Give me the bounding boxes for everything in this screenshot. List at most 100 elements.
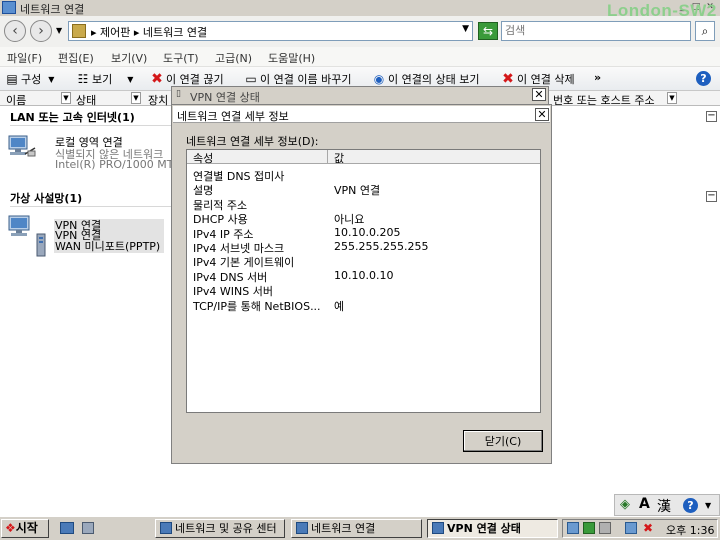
- ime-icon[interactable]: ◈: [620, 497, 630, 512]
- vpn-connection-device: WAN 미니포트(PPTP): [55, 240, 161, 253]
- detail-value: 예: [334, 300, 345, 313]
- status-icon: ◉: [373, 72, 385, 86]
- view-label: 보기: [92, 73, 113, 86]
- task-network-connections[interactable]: 네트워크 연결: [291, 519, 422, 538]
- detail-value: 아니요: [334, 213, 365, 226]
- column-name[interactable]: 이름: [6, 92, 26, 108]
- dialog-app-icon: ▯: [176, 89, 181, 99]
- search-icon: ⌕: [701, 24, 709, 38]
- group-title-vpn[interactable]: 가상 사설망(1): [10, 190, 82, 206]
- start-button[interactable]: ❖시작: [1, 519, 49, 538]
- input-mode-toggle[interactable]: A: [639, 496, 650, 512]
- more-commands-button[interactable]: »: [594, 71, 601, 84]
- chevron-down-icon: ▼: [48, 74, 55, 84]
- column-status[interactable]: 상태: [76, 92, 96, 108]
- vpn-status-title: VPN 연결 상태: [190, 91, 260, 104]
- vpn-connection-icon: [8, 215, 46, 257]
- column-property[interactable]: 속성: [193, 150, 213, 166]
- chevron-down-icon[interactable]: ▼: [705, 501, 711, 510]
- address-box[interactable]: ▸ 제어판 ▸ 네트워크 연결 ▼: [68, 21, 473, 41]
- chevron-down-icon[interactable]: ▼: [61, 92, 71, 104]
- help-icon[interactable]: ?: [696, 71, 711, 86]
- detail-property: IPv4 WINS 서버: [193, 285, 273, 298]
- tray-network-icon[interactable]: [625, 522, 637, 534]
- start-label: 시작: [15, 521, 38, 535]
- red-x-icon: ✖: [151, 71, 163, 87]
- help-icon[interactable]: ?: [683, 498, 698, 513]
- delete-connection-button[interactable]: ✖ 이 연결 삭제: [502, 71, 574, 87]
- collapse-icon[interactable]: −: [706, 111, 717, 122]
- forward-button[interactable]: ›: [30, 20, 52, 42]
- chevron-down-icon[interactable]: ▼: [131, 92, 141, 104]
- menu-file[interactable]: 파일(F): [7, 50, 42, 66]
- connection-details-dialog: 네트워크 연결 세부 정보 ✕ 네트워크 연결 세부 정보(D): 속성 값 연…: [171, 104, 552, 464]
- menu-view[interactable]: 보기(V): [111, 50, 147, 66]
- network-folder-icon: [296, 522, 308, 534]
- tray-security-icon[interactable]: [583, 522, 595, 534]
- tray-app-icon[interactable]: [567, 522, 579, 534]
- search-box: [501, 21, 691, 41]
- organize-label: 구성: [21, 73, 42, 86]
- rename-connection-button[interactable]: ▭ 이 연결 이름 바꾸기: [245, 71, 351, 87]
- details-list[interactable]: 속성 값 연결별 DNS 접미사 설명 VPN 연결 물리적 주소 DHCP 사…: [186, 149, 541, 413]
- forward-arrow-icon: ›: [38, 23, 44, 39]
- menu-tools[interactable]: 도구(T): [163, 50, 199, 66]
- system-tray: ✖ 오후 1:36: [562, 519, 718, 538]
- back-arrow-icon: ‹: [12, 23, 18, 39]
- organize-icon: ▤: [6, 72, 18, 86]
- control-panel-icon: [72, 24, 86, 38]
- chevron-down-icon[interactable]: ▼: [667, 92, 677, 104]
- details-title-bar: 네트워크 연결 세부 정보: [173, 106, 550, 123]
- window-title: 네트워크 연결: [20, 3, 85, 16]
- refresh-button[interactable]: ⇆: [478, 22, 498, 40]
- vpn-status-close-icon[interactable]: ✕: [532, 88, 546, 101]
- column-value[interactable]: 값: [334, 150, 344, 166]
- column-divider[interactable]: [327, 150, 328, 164]
- column-device[interactable]: 장치: [148, 92, 168, 108]
- tray-volume-muted-icon[interactable]: ✖: [643, 521, 653, 535]
- detail-value: 10.10.0.10: [334, 269, 394, 282]
- details-close-icon[interactable]: ✕: [535, 108, 549, 121]
- column-phone-host[interactable]: 번호 또는 호스트 주소: [553, 92, 655, 108]
- history-dropdown-icon[interactable]: ▼: [56, 26, 62, 35]
- address-dropdown-icon[interactable]: ▼: [462, 24, 469, 34]
- hanja-toggle[interactable]: 漢: [657, 496, 671, 516]
- network-adapter-icon: [8, 135, 36, 157]
- search-button[interactable]: ⌕: [695, 21, 715, 41]
- detail-value: VPN 연결: [334, 184, 381, 197]
- menu-bar: 파일(F) 편집(E) 보기(V) 도구(T) 고급(N) 도움말(H): [0, 47, 720, 67]
- task-vpn-status[interactable]: VPN 연결 상태: [427, 519, 558, 538]
- taskbar-clock[interactable]: 오후 1:36: [666, 522, 714, 538]
- search-input[interactable]: [502, 22, 687, 38]
- task-label: 네트워크 및 공유 센터: [175, 522, 277, 535]
- refresh-icon: ⇆: [482, 24, 494, 38]
- taskbar: ❖시작 네트워크 및 공유 센터 네트워크 연결 VPN 연결 상태 ✖ 오후 …: [0, 516, 720, 540]
- server-manager-icon[interactable]: [82, 522, 94, 534]
- vpn-connection-item[interactable]: VPN 연결 VPN 연결 WAN 미니포트(PPTP): [6, 214, 166, 258]
- view-button[interactable]: ☷ 보기 ▼: [77, 71, 134, 87]
- details-list-label: 네트워크 연결 세부 정보(D):: [186, 135, 319, 148]
- tray-device-icon[interactable]: [599, 522, 611, 534]
- organize-button[interactable]: ▤ 구성 ▼: [6, 71, 54, 87]
- lan-connection-device: Intel(R) PRO/1000 MT: [55, 158, 174, 171]
- show-desktop-icon[interactable]: [60, 522, 74, 534]
- view-status-button[interactable]: ◉ 이 연결의 상태 보기: [373, 71, 480, 87]
- task-label: VPN 연결 상태: [447, 522, 521, 535]
- task-network-sharing-center[interactable]: 네트워크 및 공유 센터: [155, 519, 285, 538]
- menu-advanced[interactable]: 고급(N): [215, 50, 252, 66]
- details-list-header: 속성 값: [187, 150, 540, 166]
- network-center-icon: [160, 522, 172, 534]
- breadcrumb: ▸ 제어판 ▸ 네트워크 연결: [91, 26, 208, 39]
- lan-connection-item[interactable]: 로컬 영역 연결 식별되지 않은 네트워크 Intel(R) PRO/1000 …: [6, 134, 173, 174]
- rename-label: 이 연결 이름 바꾸기: [260, 73, 352, 86]
- back-button[interactable]: ‹: [4, 20, 26, 42]
- menu-help[interactable]: 도움말(H): [268, 50, 315, 66]
- lan-connection-name: 로컬 영역 연결: [55, 136, 123, 149]
- disable-connection-button[interactable]: ✖ 이 연결 끊기: [151, 71, 224, 87]
- close-button[interactable]: 닫기(C): [463, 430, 543, 452]
- disable-label: 이 연결 끊기: [166, 73, 224, 86]
- view-icon: ☷: [77, 72, 89, 86]
- group-title-lan[interactable]: LAN 또는 고속 인터넷(1): [10, 109, 135, 125]
- menu-edit[interactable]: 편집(E): [58, 50, 94, 66]
- collapse-icon[interactable]: −: [706, 191, 717, 202]
